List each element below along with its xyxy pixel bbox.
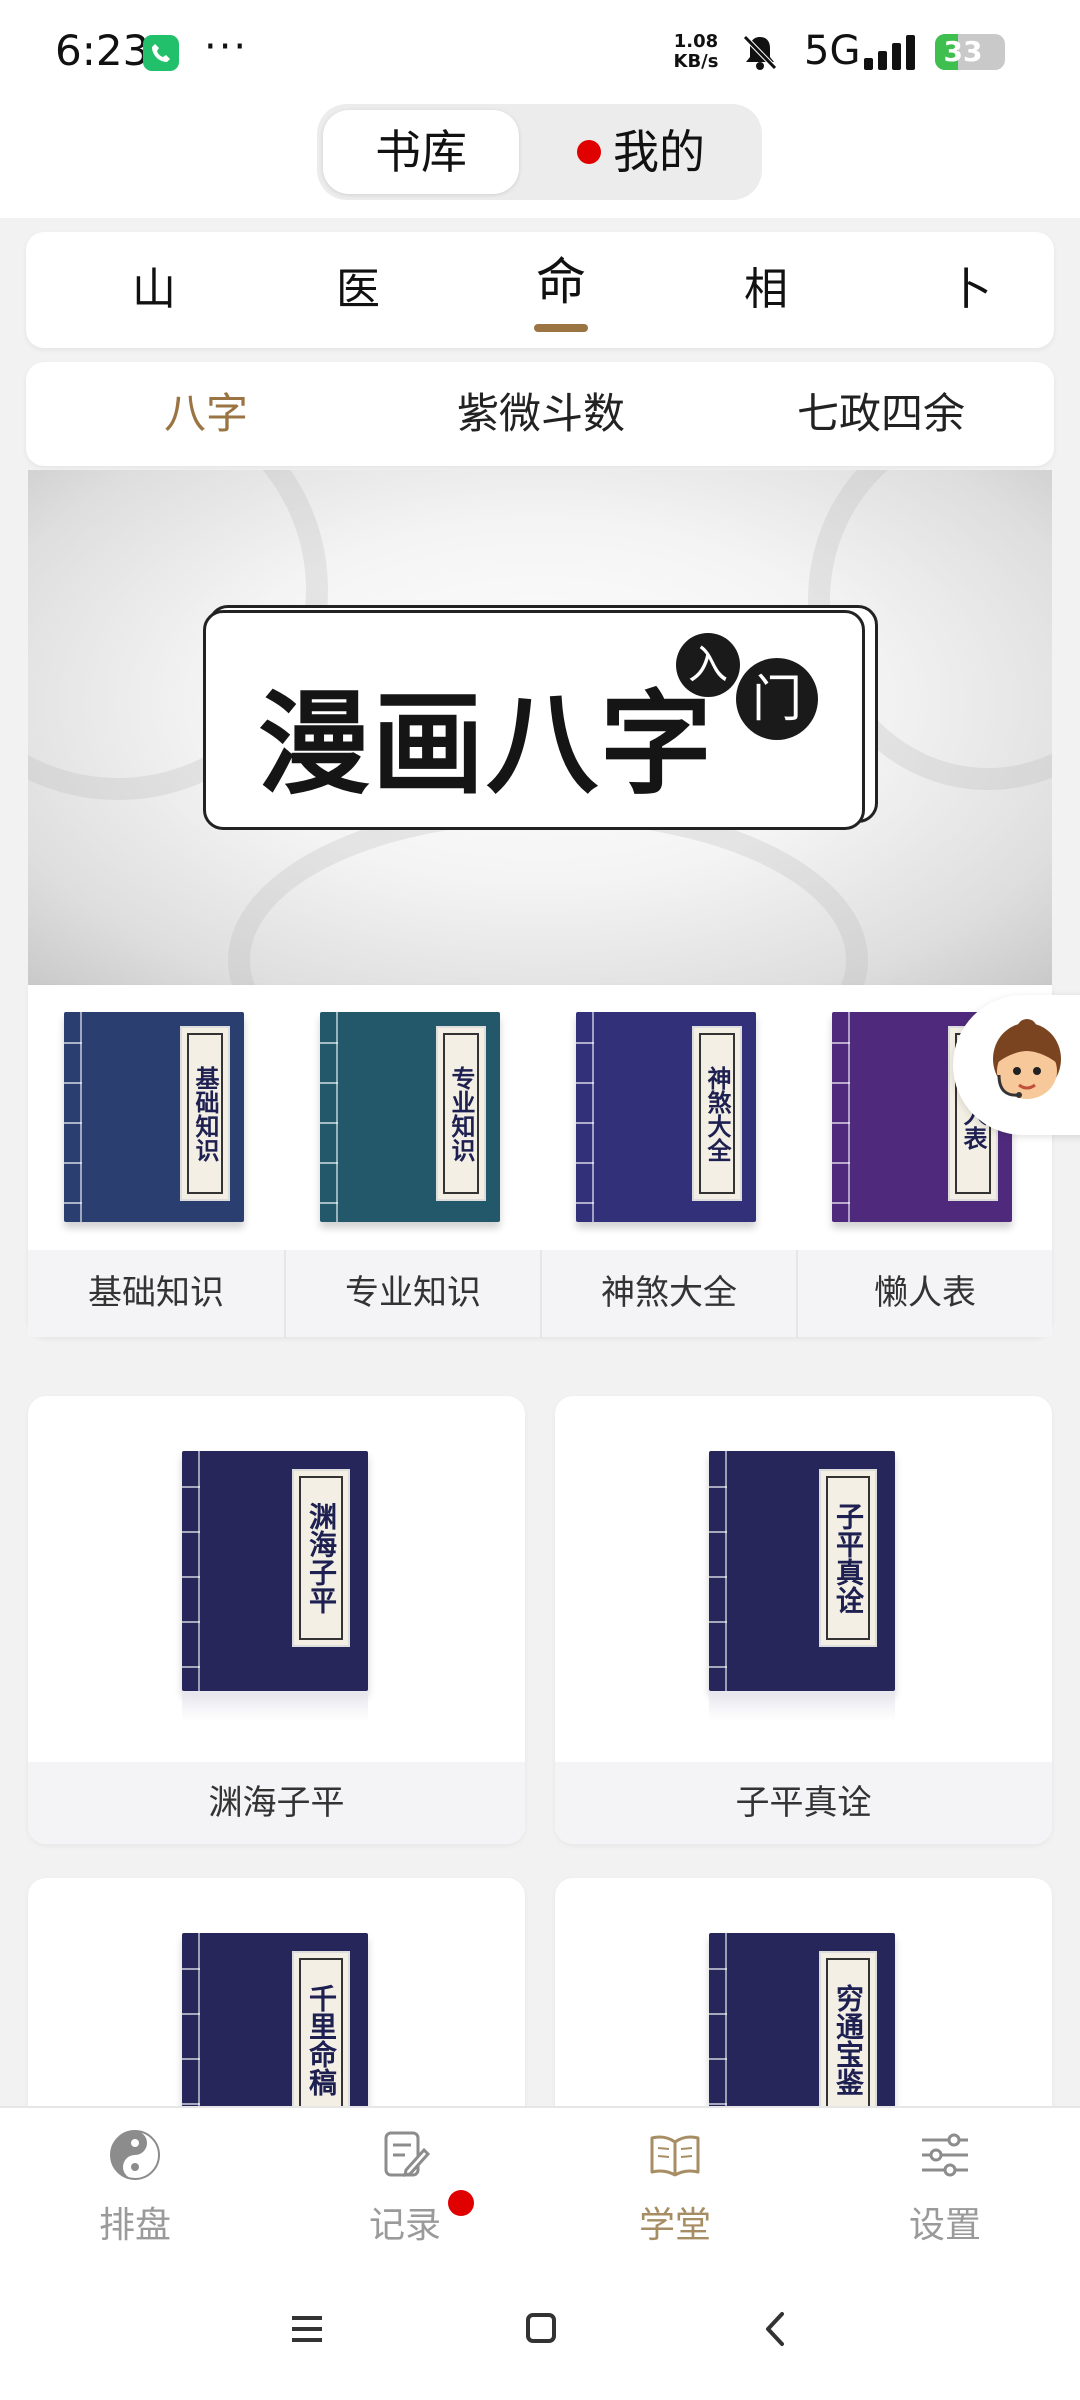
book-cover-text: 神煞大全 <box>703 1065 732 1162</box>
signal-icon <box>862 34 920 74</box>
shelf-label: 神煞大全 <box>540 1250 796 1337</box>
app-screen: 6:23 ··· 1.08 KB/s 5G 33 书库 我的 山 医 命 相 卜… <box>0 0 1080 2400</box>
book-title-slip: 子平真诠 <box>819 1469 877 1647</box>
category-tab-shan[interactable]: 山 <box>114 232 194 348</box>
support-agent-icon <box>993 1019 1061 1099</box>
book-title-slip: 千里命稿 <box>292 1951 350 2129</box>
book-title: 子平真诠 <box>555 1762 1052 1844</box>
book-spine <box>182 1451 200 1691</box>
shelf-label: 基础知识 <box>28 1250 284 1337</box>
banner-comic-bazi[interactable]: 漫画八字 入 门 <box>28 470 1052 985</box>
open-book-icon <box>650 2135 700 2177</box>
battery-level: 33 <box>943 35 983 68</box>
library-segmented-control: 书库 我的 <box>317 104 762 200</box>
book-cover: 基础知识 <box>64 1012 244 1222</box>
menu-icon[interactable] <box>288 2306 326 2356</box>
shelf-label: 专业知识 <box>284 1250 540 1337</box>
nav-item-settings[interactable]: 设置 <box>810 2108 1080 2268</box>
unread-dot <box>577 139 601 164</box>
subcategory-tab-qizheng[interactable]: 七政四余 <box>756 362 1006 466</box>
banner-title-plate: 漫画八字 入 门 <box>203 610 865 830</box>
tab-mine-label: 我的 <box>613 125 705 179</box>
battery-icon: 33 <box>935 34 1005 70</box>
book-spine <box>320 1012 338 1222</box>
status-time: 6:23 <box>55 26 150 75</box>
nav-item-school[interactable]: 学堂 <box>540 2108 810 2268</box>
book-spine <box>709 1451 727 1691</box>
book-title-slip: 神煞大全 <box>692 1026 742 1201</box>
banner-badge-ru: 入 <box>676 633 740 697</box>
book-spine <box>832 1012 850 1222</box>
back-icon[interactable] <box>760 2306 790 2356</box>
book-card-yuanhai[interactable]: 渊海子平 渊海子平 <box>28 1396 525 1844</box>
home-icon[interactable] <box>523 2306 559 2356</box>
book-spine <box>576 1012 594 1222</box>
more-notifications-icon: ··· <box>204 24 249 70</box>
category-tab-xiang[interactable]: 相 <box>726 232 806 348</box>
nav-label: 设置 <box>908 2205 981 2246</box>
nav-label: 排盘 <box>98 2205 171 2246</box>
subcategory-tab-ziwei[interactable]: 紫微斗数 <box>416 362 666 466</box>
library-header: 书库 我的 <box>0 100 1080 218</box>
category-tabs: 山 医 命 相 卜 <box>26 232 1054 348</box>
book-cover-text: 子平真诠 <box>832 1502 865 1614</box>
book-cover-text: 专业知识 <box>447 1065 476 1162</box>
book-cover: 子平真诠 <box>709 1451 895 1691</box>
active-tab-indicator <box>534 324 588 332</box>
book-cover-text: 穷通宝鉴 <box>832 1984 865 2096</box>
book-cover-text: 千里命稿 <box>305 1984 338 2096</box>
book-card-qiongtong[interactable]: 穷通宝鉴 <box>555 1878 1052 2138</box>
status-bar: 6:23 ··· 1.08 KB/s 5G 33 <box>0 0 1080 100</box>
customer-service-button[interactable] <box>953 995 1080 1135</box>
note-edit-icon <box>384 2131 431 2177</box>
book-cover-text: 渊海子平 <box>305 1502 338 1614</box>
book-title-slip: 渊海子平 <box>292 1469 350 1647</box>
shelf-item-professional[interactable]: 专业知识 专业知识 <box>284 985 540 1337</box>
phone-call-icon <box>143 35 179 71</box>
book-cover: 渊海子平 <box>182 1451 368 1691</box>
book-title-slip: 穷通宝鉴 <box>819 1951 877 2129</box>
subcategory-tab-bazi[interactable]: 八字 <box>126 362 286 466</box>
sliders-icon <box>922 2133 968 2177</box>
subcategory-tabs: 八字 紫微斗数 七政四余 <box>26 362 1054 466</box>
network-speed: 1.08 KB/s <box>668 32 724 72</box>
book-title-slip: 基础知识 <box>180 1026 230 1201</box>
book-reflection <box>709 1691 895 1721</box>
shelf-label: 懒人表 <box>796 1250 1052 1337</box>
book-title-slip: 专业知识 <box>436 1026 486 1201</box>
quick-shelf: 基础知识 基础知识 专业知识 专业知识 神煞大全 神煞大全 懒人表 懒人表 <box>28 985 1052 1337</box>
bottom-nav: 排盘 记录 学堂 设置 <box>0 2106 1080 2266</box>
network-speed-unit: KB/s <box>673 51 719 72</box>
shelf-item-basics[interactable]: 基础知识 基础知识 <box>28 985 284 1337</box>
nav-label: 学堂 <box>638 2205 711 2246</box>
book-cover: 专业知识 <box>320 1012 500 1222</box>
bell-mute-icon <box>740 32 780 76</box>
book-cover: 神煞大全 <box>576 1012 756 1222</box>
book-card-ziping[interactable]: 子平真诠 子平真诠 <box>555 1396 1052 1844</box>
book-title: 渊海子平 <box>28 1762 525 1844</box>
tab-library[interactable]: 书库 <box>323 110 519 194</box>
yinyang-icon <box>110 2130 160 2180</box>
nav-item-records[interactable]: 记录 <box>270 2108 540 2268</box>
book-card-qianli[interactable]: 千里命稿 <box>28 1878 525 2138</box>
category-tab-yi[interactable]: 医 <box>318 232 398 348</box>
banner-badge-men: 门 <box>736 658 818 740</box>
system-nav-bar <box>0 2266 1080 2400</box>
tab-mine[interactable]: 我的 <box>527 110 755 194</box>
book-reflection <box>182 1691 368 1721</box>
shelf-item-shensha[interactable]: 神煞大全 神煞大全 <box>540 985 796 1337</box>
nav-item-paipan[interactable]: 排盘 <box>0 2108 270 2268</box>
category-tab-bu[interactable]: 卜 <box>930 232 1010 348</box>
nav-label: 记录 <box>368 2205 441 2246</box>
book-cover-text: 基础知识 <box>191 1065 220 1162</box>
network-speed-value: 1.08 <box>673 31 719 52</box>
banner-title: 漫画八字 <box>258 679 714 810</box>
network-type: 5G <box>804 28 861 74</box>
book-spine <box>64 1012 82 1222</box>
